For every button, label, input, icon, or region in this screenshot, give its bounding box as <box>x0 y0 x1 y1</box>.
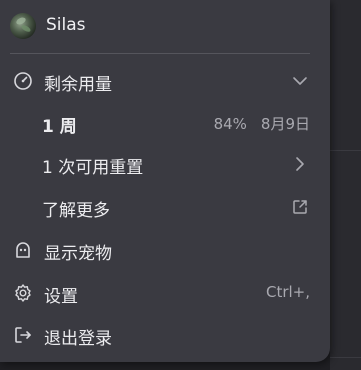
reset-available-item[interactable]: 1 次可用重置 <box>0 143 330 185</box>
show-pet-item[interactable]: 显示宠物 <box>0 229 330 271</box>
settings-label: 设置 <box>44 287 78 307</box>
external-link-icon <box>290 197 310 217</box>
remaining-usage-label: 剩余用量 <box>44 75 112 95</box>
usage-percent: 84% <box>213 115 247 133</box>
logout-icon <box>12 324 34 346</box>
divider <box>330 150 361 151</box>
chevron-down-icon[interactable] <box>290 71 310 91</box>
show-pet-label: 显示宠物 <box>44 244 112 264</box>
settings-shortcut: Ctrl+, <box>265 283 310 301</box>
reset-available-label: 1 次可用重置 <box>42 158 144 178</box>
gauge-icon <box>12 70 34 92</box>
logout-item[interactable]: 退出登录 <box>0 314 330 356</box>
avatar <box>10 13 36 39</box>
usage-period-label: 1 周 <box>42 117 77 137</box>
ghost-icon <box>12 239 34 261</box>
chevron-right-icon <box>290 154 310 174</box>
learn-more-label: 了解更多 <box>42 201 110 221</box>
background-panel <box>330 0 361 370</box>
settings-item[interactable]: 设置 Ctrl+, <box>0 272 330 314</box>
divider <box>330 357 361 358</box>
usage-period-row: 1 周 84% 8月9日 <box>0 102 330 144</box>
usage-stats: 84% 8月9日 <box>214 113 310 134</box>
reset-date: 8月9日 <box>260 115 310 133</box>
user-profile-row[interactable]: Silas <box>0 0 330 50</box>
remaining-usage-item[interactable]: 剩余用量 <box>0 60 330 102</box>
logout-label: 退出登录 <box>44 329 112 349</box>
learn-more-item[interactable]: 了解更多 <box>0 186 330 228</box>
menu-divider <box>10 53 310 54</box>
gear-icon <box>12 282 34 304</box>
username: Silas <box>46 15 86 35</box>
account-menu: Silas 剩余用量 1 周 84% 8月9日 1 次可用重置 了解更多 显示宠… <box>0 0 330 362</box>
